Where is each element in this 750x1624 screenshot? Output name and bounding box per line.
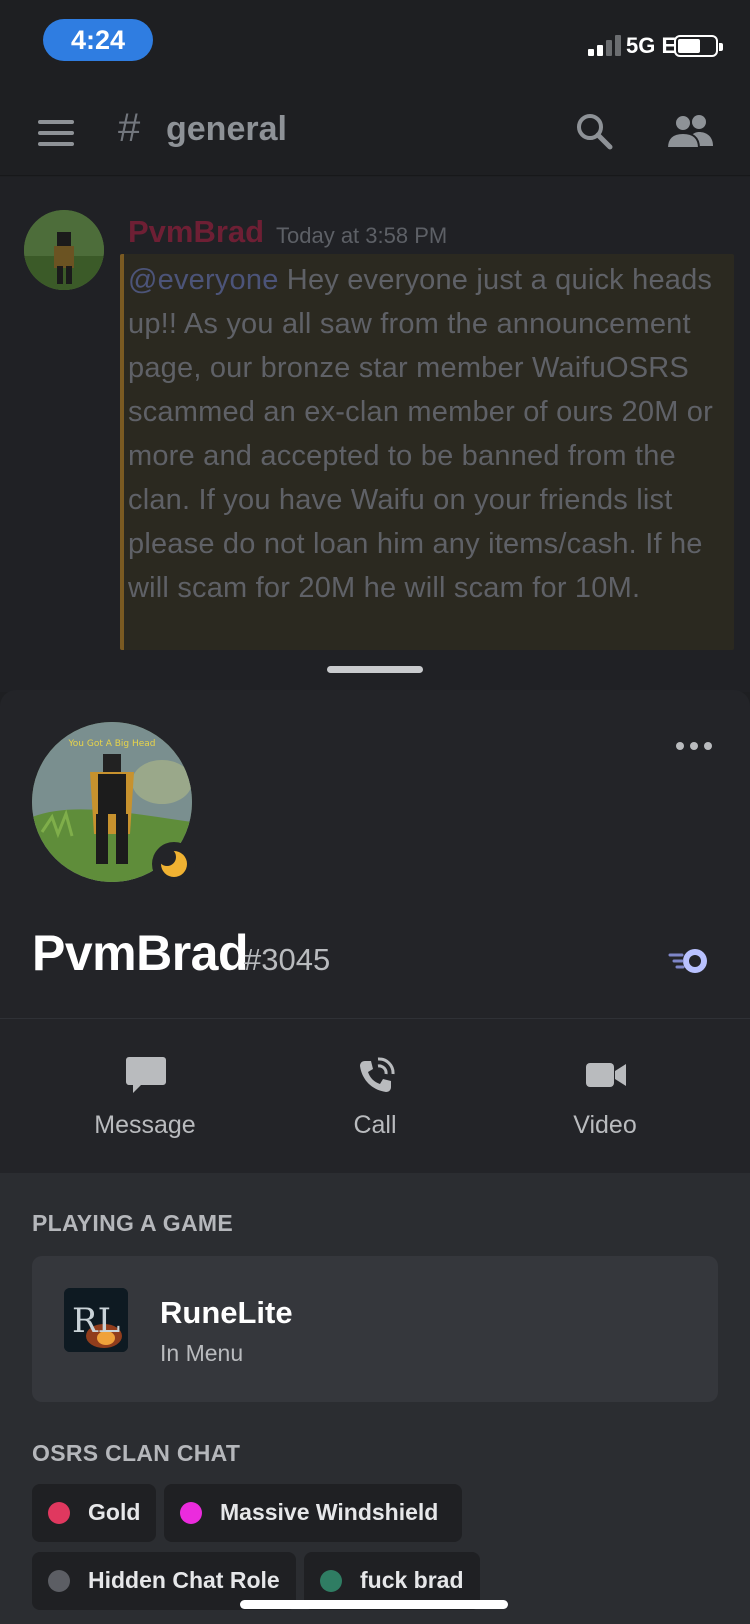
status-bar: 4:24 5G E [0,0,750,84]
role-color-dot [180,1502,202,1524]
message-button[interactable]: Message [20,1019,270,1173]
call-button[interactable]: Call [250,1019,500,1173]
activity-section-title: PLAYING A GAME [32,1210,234,1236]
message-timestamp: Today at 3:58 PM [276,223,448,248]
profile-actions: Message Call Video [0,1019,750,1173]
profile-discriminator: #3045 [244,942,331,977]
role-color-dot [48,1570,70,1592]
game-icon-text: RL [72,1301,120,1341]
role-chip[interactable]: Gold [32,1484,156,1542]
cellular-signal-icon [588,34,622,56]
role-label: Gold [88,1499,141,1525]
idle-moon-icon [158,848,187,877]
message-body: Hey everyone just a quick heads up!! As … [128,264,713,604]
role-color-dot [48,1502,70,1524]
more-options-icon[interactable] [676,740,712,752]
role-color-dot [320,1570,342,1592]
channel-header: # general [0,84,750,176]
message-content: @everyone Hey everyone just a quick head… [128,258,728,610]
mention-everyone[interactable]: @everyone [128,264,279,296]
role-chip[interactable]: Massive Windshield [164,1484,462,1542]
role-label: fuck brad [360,1567,464,1593]
network-type: 5G E [626,33,677,58]
channel-name: general [166,110,287,148]
avatar-caption: You Got A Big Head [67,739,155,749]
role-label: Hidden Chat Role [88,1567,280,1593]
message-author[interactable]: PvmBrad [128,214,264,250]
battery-icon [674,35,723,57]
members-icon[interactable] [666,112,714,150]
sheet-drag-handle[interactable] [327,666,423,673]
phone-icon [360,1057,395,1092]
nitro-badge-icon[interactable] [668,946,712,976]
roles-section-title: OSRS CLAN CHAT [32,1440,241,1466]
search-icon[interactable] [575,112,613,150]
activity-card[interactable] [32,1256,718,1402]
message-button-label: Message [94,1111,196,1139]
channel-hash-icon: # [118,106,141,150]
video-camera-icon [586,1063,626,1087]
video-button-label: Video [573,1111,637,1139]
home-indicator[interactable] [240,1600,508,1609]
menu-icon[interactable] [38,120,74,146]
profile-username: PvmBrad [32,925,249,981]
role-label: Massive Windshield [220,1499,439,1525]
runelite-game-icon: RL [64,1288,128,1352]
chat-bubble-icon [126,1057,166,1093]
message-author-avatar[interactable] [24,210,104,290]
game-state: In Menu [160,1340,244,1366]
status-time[interactable]: 4:24 [43,19,153,61]
game-name: RuneLite [160,1295,293,1330]
video-button[interactable]: Video [480,1019,730,1173]
call-button-label: Call [353,1111,397,1139]
